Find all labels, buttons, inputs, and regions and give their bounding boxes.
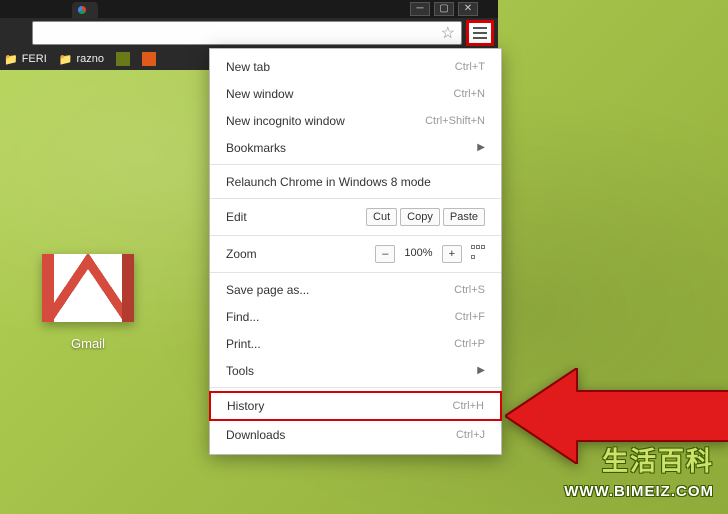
cut-button[interactable]: Cut (366, 208, 397, 226)
menu-label: Downloads (226, 428, 285, 442)
site-icon (116, 52, 130, 66)
menu-label: New tab (226, 60, 270, 74)
title-bar: ─ ▢ ✕ (0, 0, 498, 18)
bookmark-label: FERI (22, 53, 47, 65)
menu-bookmarks[interactable]: Bookmarks ▶ (210, 134, 501, 161)
menu-separator (210, 272, 501, 273)
zoom-controls: – 100% + (375, 245, 485, 263)
menu-label: New incognito window (226, 114, 345, 128)
bookmark-label: razno (76, 53, 104, 65)
zoom-in-button[interactable]: + (442, 245, 462, 263)
menu-zoom-row: Zoom – 100% + (210, 239, 501, 269)
menu-label: Bookmarks (226, 141, 286, 155)
menu-label: Zoom (226, 247, 257, 261)
zoom-out-button[interactable]: – (375, 245, 395, 263)
folder-icon: 📁 (4, 53, 18, 66)
menu-shortcut: Ctrl+S (454, 284, 485, 296)
chevron-right-icon: ▶ (477, 365, 485, 376)
paste-button[interactable]: Paste (443, 208, 485, 226)
gmail-label: Gmail (38, 336, 138, 351)
copy-button[interactable]: Copy (400, 208, 440, 226)
menu-label: Edit (226, 210, 247, 224)
chrome-menu: New tab Ctrl+T New window Ctrl+N New inc… (209, 48, 502, 455)
menu-shortcut: Ctrl+P (454, 338, 485, 350)
menu-label: Save page as... (226, 283, 309, 297)
toolbar: ☆ (0, 18, 498, 48)
menu-shortcut: Ctrl+J (456, 429, 485, 441)
window-controls: ─ ▢ ✕ (410, 0, 478, 18)
watermark-text-cn: 生活百科 (602, 441, 714, 478)
browser-tab[interactable] (72, 2, 98, 18)
menu-find[interactable]: Find... Ctrl+F (210, 303, 501, 330)
menu-label: History (227, 399, 264, 413)
menu-label: Print... (226, 337, 261, 351)
maximize-button[interactable]: ▢ (434, 2, 454, 16)
close-button[interactable]: ✕ (458, 2, 478, 16)
bookmark-item-orange[interactable] (142, 52, 156, 66)
menu-save-as[interactable]: Save page as... Ctrl+S (210, 276, 501, 303)
bookmark-item-green[interactable] (116, 52, 130, 66)
gmail-shortcut[interactable]: Gmail (38, 254, 138, 351)
watermark-text-url: WWW.BIMEIZ.COM (564, 483, 714, 500)
site-icon (142, 52, 156, 66)
menu-label: Find... (226, 310, 259, 324)
fullscreen-icon[interactable] (471, 245, 485, 259)
menu-tools[interactable]: Tools ▶ (210, 357, 501, 384)
menu-label: New window (226, 87, 293, 101)
bookmark-item-feri[interactable]: 📁 FERI (4, 53, 47, 66)
menu-new-incognito[interactable]: New incognito window Ctrl+Shift+N (210, 107, 501, 134)
hamburger-icon (473, 27, 487, 39)
menu-history[interactable]: History Ctrl+H (209, 391, 502, 421)
menu-edit-row: Edit Cut Copy Paste (210, 202, 501, 232)
menu-shortcut: Ctrl+T (455, 61, 485, 73)
menu-label: Relaunch Chrome in Windows 8 mode (226, 175, 431, 189)
bookmark-item-razno[interactable]: 📁 razno (59, 53, 104, 66)
menu-separator (210, 164, 501, 165)
minimize-button[interactable]: ─ (410, 2, 430, 16)
folder-icon: 📁 (59, 53, 73, 66)
bookmark-star-icon[interactable]: ☆ (441, 23, 455, 43)
menu-shortcut: Ctrl+N (454, 88, 485, 100)
menu-shortcut: Ctrl+Shift+N (425, 115, 485, 127)
menu-new-window[interactable]: New window Ctrl+N (210, 80, 501, 107)
menu-print[interactable]: Print... Ctrl+P (210, 330, 501, 357)
menu-separator (210, 235, 501, 236)
menu-downloads[interactable]: Downloads Ctrl+J (210, 421, 501, 448)
edit-controls: Cut Copy Paste (366, 208, 485, 226)
menu-separator (210, 198, 501, 199)
chevron-right-icon: ▶ (477, 142, 485, 153)
menu-label: Tools (226, 364, 254, 378)
gmail-icon (42, 254, 134, 322)
menu-new-tab[interactable]: New tab Ctrl+T (210, 53, 501, 80)
menu-shortcut: Ctrl+H (453, 400, 484, 412)
zoom-value: 100% (398, 245, 438, 263)
menu-shortcut: Ctrl+F (455, 311, 485, 323)
chrome-menu-button[interactable] (466, 20, 494, 46)
address-bar[interactable]: ☆ (32, 21, 462, 45)
menu-relaunch[interactable]: Relaunch Chrome in Windows 8 mode (210, 168, 501, 195)
menu-separator (210, 387, 501, 388)
